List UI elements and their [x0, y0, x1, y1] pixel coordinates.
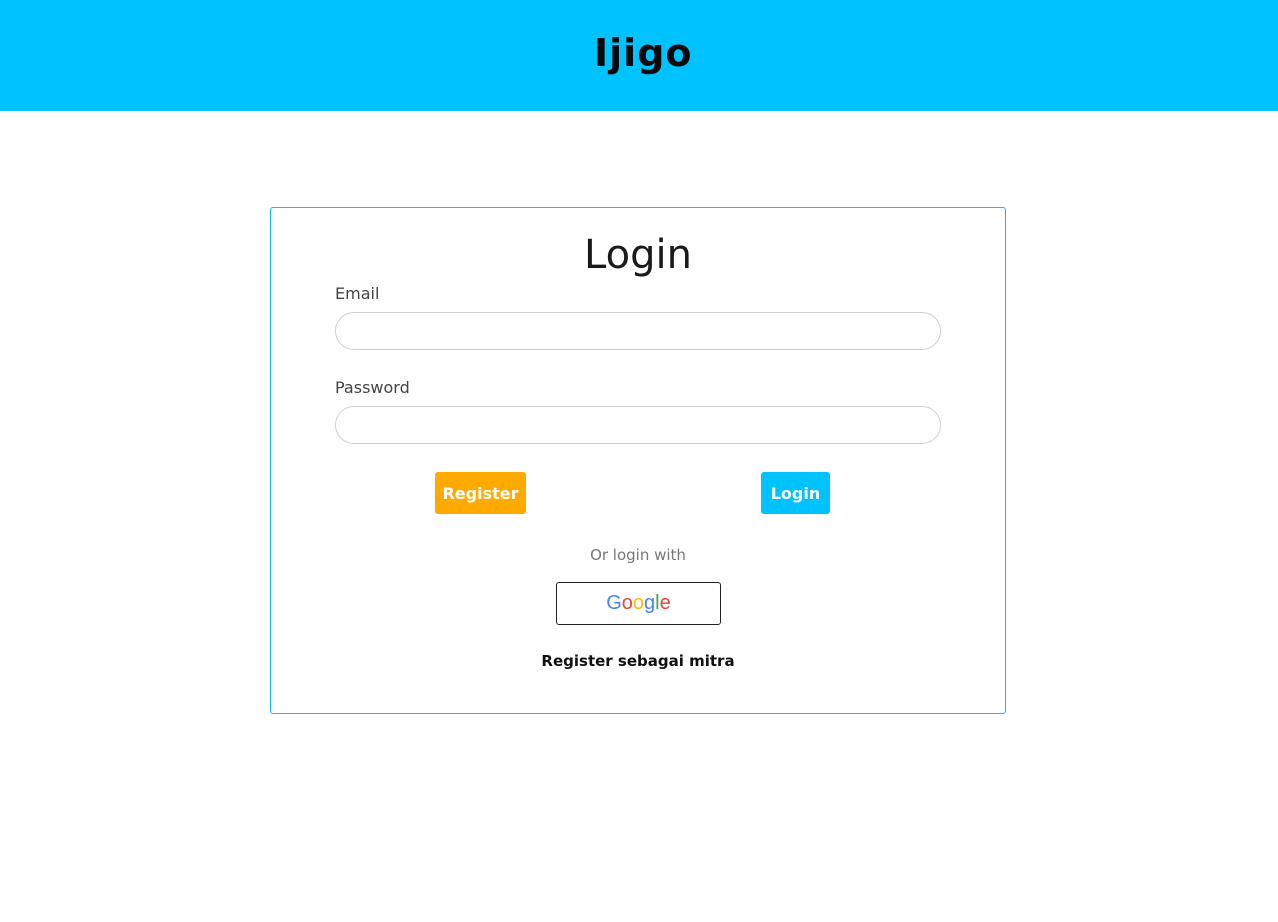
- google-letter-e: e: [659, 592, 671, 614]
- password-label: Password: [335, 378, 410, 397]
- login-button[interactable]: Login: [761, 472, 830, 514]
- google-letter-g2: g: [644, 592, 656, 614]
- page-title: Login: [584, 232, 692, 278]
- register-mitra-link[interactable]: Register sebagai mitra: [271, 652, 1005, 670]
- login-card: Login Email Password Register Login Or l…: [270, 207, 1006, 714]
- google-letter-o2: o: [632, 592, 645, 614]
- ijigo-logo[interactable]: Ijigo: [594, 32, 693, 78]
- register-button[interactable]: Register: [435, 472, 526, 514]
- email-label: Email: [335, 284, 380, 303]
- top-header: Ijigo: [0, 0, 1278, 111]
- password-field[interactable]: [335, 406, 941, 444]
- google-login-button[interactable]: Google: [556, 582, 721, 625]
- google-letter-o1: o: [621, 592, 633, 614]
- google-letter-g: G: [606, 592, 622, 614]
- google-logo-icon: Google: [606, 592, 671, 614]
- email-field[interactable]: [335, 312, 941, 350]
- or-login-with-text: Or login with: [590, 546, 686, 564]
